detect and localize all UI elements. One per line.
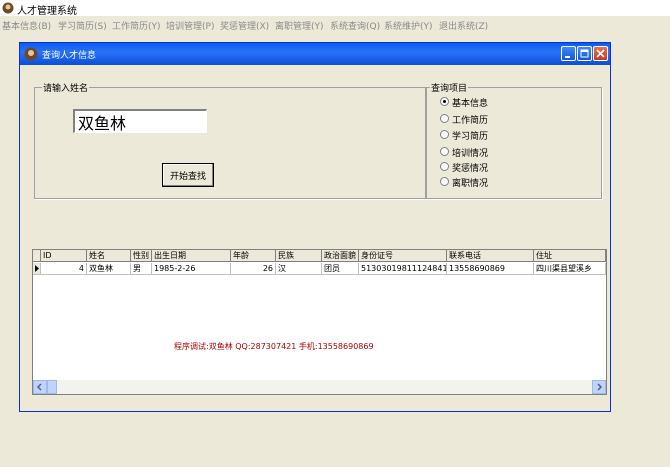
table-cell[interactable]: 4 <box>41 263 87 275</box>
col-header-ethnicity[interactable]: 民族 <box>276 250 322 262</box>
close-icon <box>596 49 605 58</box>
dialog-icon <box>24 47 38 61</box>
table-cell[interactable]: 汉 <box>276 263 322 275</box>
close-button[interactable] <box>593 46 608 61</box>
table-cell[interactable]: 1985-2-26 <box>152 263 231 275</box>
name-group-label: 请输入姓名 <box>42 81 90 94</box>
current-row-indicator <box>33 263 41 275</box>
menu-study-resume[interactable]: 学习简历(S) <box>58 19 107 32</box>
col-header-name[interactable]: 姓名 <box>87 250 131 262</box>
table-cell[interactable]: 团员 <box>322 263 359 275</box>
radio-icon <box>440 130 449 139</box>
scroll-thumb[interactable] <box>47 380 57 394</box>
col-header-phone[interactable]: 联系电话 <box>447 250 534 262</box>
credit-text: 程序调试:双鱼林 QQ:287307421 手机:13558690869 <box>174 342 374 351</box>
menu-query[interactable]: 系统查询(Q) <box>330 19 380 32</box>
row-indicator-header <box>33 250 41 262</box>
search-button[interactable]: 开始查找 <box>162 163 214 187</box>
arrow-left-icon <box>36 383 42 391</box>
maximize-button[interactable] <box>577 46 592 61</box>
app-icon <box>2 2 14 14</box>
col-header-id-number[interactable]: 身份证号 <box>359 250 447 262</box>
table-cell[interactable]: 双鱼林 <box>87 263 131 275</box>
menu-exit[interactable]: 退出系统(Z) <box>439 19 488 32</box>
radio-icon <box>440 162 449 171</box>
option-training[interactable]: 培训情况 <box>440 146 520 159</box>
menu-rewards[interactable]: 奖惩管理(X) <box>220 19 269 32</box>
menu-basic-info[interactable]: 基本信息(B) <box>2 19 51 32</box>
arrow-right-icon <box>597 383 603 391</box>
name-input[interactable] <box>73 109 207 133</box>
table-cell[interactable]: 513030198111248411 <box>359 263 447 275</box>
scroll-left-button[interactable] <box>33 380 47 394</box>
scroll-right-button[interactable] <box>592 380 606 394</box>
radio-icon <box>440 114 449 123</box>
radio-icon <box>440 177 449 186</box>
option-resignation[interactable]: 离职情况 <box>440 176 520 189</box>
radio-selected-icon <box>440 97 449 106</box>
app-title-bar: 人才管理系统 <box>0 0 670 17</box>
table-cell[interactable]: 男 <box>131 263 152 275</box>
app-title: 人才管理系统 <box>17 6 77 17</box>
radio-icon <box>440 147 449 156</box>
col-header-age[interactable]: 年龄 <box>231 250 276 262</box>
maximize-icon <box>580 49 589 58</box>
menu-work-resume[interactable]: 工作简历(Y) <box>112 19 161 32</box>
col-header-gender[interactable]: 性别 <box>131 250 152 262</box>
row-pointer-icon <box>35 265 39 272</box>
col-header-birthdate[interactable]: 出生日期 <box>152 250 231 262</box>
query-options-label: 查询项目 <box>430 81 469 94</box>
col-header-address[interactable]: 住址 <box>534 250 606 262</box>
option-rewards[interactable]: 奖惩情况 <box>440 161 520 174</box>
name-group <box>34 87 426 199</box>
table-cell[interactable]: 13558690869 <box>447 263 534 275</box>
minimize-button[interactable] <box>561 46 576 61</box>
query-dialog: 查询人才信息 请输入姓名 开始查找 查询项目 基本信息 工作简历 学习简历 培训… <box>19 42 611 412</box>
option-study-resume[interactable]: 学习简历 <box>440 129 520 142</box>
menu-bar: 基本信息(B) 学习简历(S) 工作简历(Y) 培训管理(P) 奖惩管理(X) … <box>0 16 670 33</box>
dialog-title: 查询人才信息 <box>42 51 97 61</box>
menu-maintenance[interactable]: 系统维护(Y) <box>384 19 433 32</box>
minimize-icon <box>565 56 570 58</box>
horizontal-scrollbar[interactable] <box>33 380 606 394</box>
results-grid[interactable]: ID 姓名 性别 出生日期 年龄 民族 政治面貌 身份证号 联系电话 住址 4 … <box>32 249 607 395</box>
dialog-title-bar[interactable]: 查询人才信息 <box>20 43 610 65</box>
col-header-political[interactable]: 政治面貌 <box>322 250 359 262</box>
table-cell[interactable]: 26 <box>231 263 276 275</box>
col-header-id[interactable]: ID <box>41 250 87 262</box>
menu-training[interactable]: 培训管理(P) <box>166 19 214 32</box>
option-work-resume[interactable]: 工作简历 <box>440 113 520 126</box>
menu-resignation[interactable]: 离职管理(Y) <box>275 19 324 32</box>
table-cell[interactable]: 四川渠县望溪乡 <box>534 263 606 275</box>
option-basic-info[interactable]: 基本信息 <box>440 96 520 109</box>
